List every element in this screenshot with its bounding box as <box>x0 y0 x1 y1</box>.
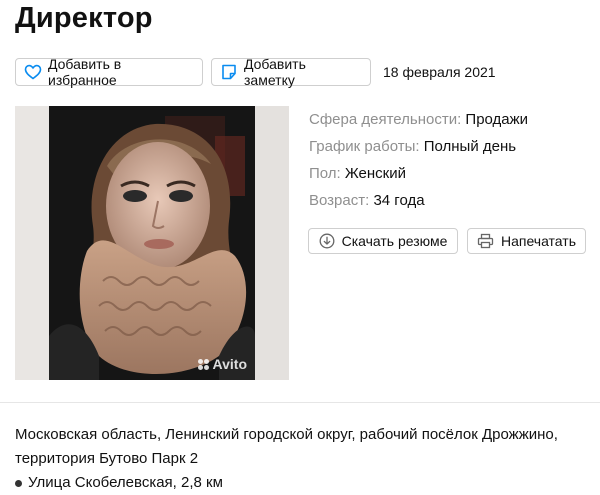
note-icon <box>222 64 236 80</box>
detail-row-sphere: Сфера деятельности: Продажи <box>309 106 528 133</box>
address-text: Московская область, Ленинский городской … <box>15 426 558 467</box>
download-resume-label: Скачать резюме <box>341 233 448 249</box>
detail-label: Возраст: <box>309 192 370 209</box>
heart-icon <box>24 64 42 80</box>
avito-watermark: Avito <box>197 356 247 372</box>
add-note-button[interactable]: Добавить заметку <box>211 56 371 88</box>
resume-details: Сфера деятельности: Продажи График работ… <box>309 106 528 214</box>
detail-label: Пол: <box>309 165 341 182</box>
add-note-label: Добавить заметку <box>244 56 306 88</box>
detail-row-gender: Пол: Женский <box>309 160 528 187</box>
detail-row-schedule: График работы: Полный день <box>309 133 528 160</box>
page-title: Директор <box>15 2 153 34</box>
detail-row-age: Возраст: 34 года <box>309 187 528 214</box>
metro-station: Улица Скобелевская, 2,8 км <box>15 471 223 495</box>
detail-value: Женский <box>344 165 407 182</box>
metro-label: Улица Скобелевская, 2,8 км <box>28 474 223 491</box>
watermark-text: Avito <box>212 356 247 372</box>
metro-icon <box>15 479 22 487</box>
add-to-favorites-label: Добавить в избранное <box>48 56 122 88</box>
detail-value: Продажи <box>465 111 529 128</box>
resume-photo[interactable]: Avito <box>15 106 289 380</box>
download-icon <box>319 233 335 249</box>
print-button[interactable]: Напечатать <box>467 228 586 254</box>
portrait-image <box>15 106 289 380</box>
print-label: Напечатать <box>500 233 576 249</box>
section-divider <box>0 402 600 403</box>
download-resume-button[interactable]: Скачать резюме <box>308 228 458 254</box>
avito-logo-icon <box>197 358 210 370</box>
detail-label: Сфера деятельности: <box>309 111 462 128</box>
publication-date: 18 февраля 2021 <box>383 64 496 80</box>
detail-value: 34 года <box>373 192 425 209</box>
detail-label: График работы: <box>309 138 420 155</box>
printer-icon <box>477 233 494 249</box>
add-to-favorites-button[interactable]: Добавить в избранное <box>15 56 203 88</box>
detail-value: Полный день <box>423 138 517 155</box>
